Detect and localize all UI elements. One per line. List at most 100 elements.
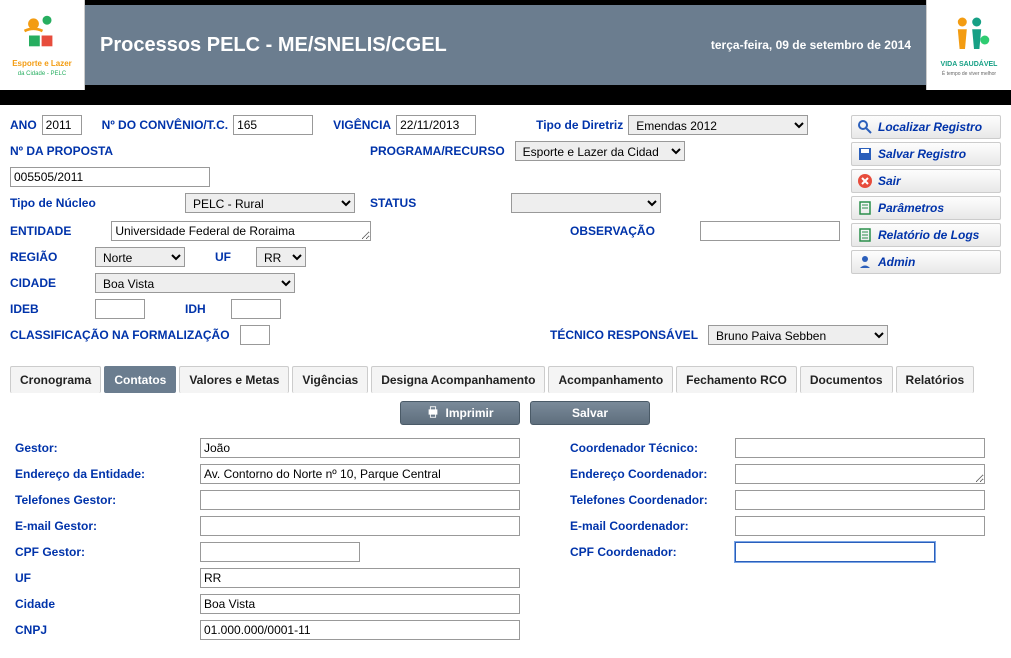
proposta-input[interactable] [10, 167, 210, 187]
logo-right-text1: VIDA SAUDÁVEL [941, 61, 998, 68]
page-title: Processos PELC - ME/SNELIS/CGEL [85, 34, 711, 57]
uf-contato-label: UF [15, 571, 195, 585]
email-gestor-input[interactable] [200, 516, 520, 536]
gestor-label: Gestor: [15, 441, 195, 455]
imprimir-label: Imprimir [445, 406, 493, 420]
regiao-select[interactable]: Norte [95, 247, 185, 267]
tab-acompanhamento[interactable]: Acompanhamento [548, 366, 673, 393]
email-coord-input[interactable] [735, 516, 985, 536]
tab-contatos[interactable]: Contatos [104, 366, 176, 393]
programa-select[interactable]: Esporte e Lazer da Cidad [515, 141, 685, 161]
endereco-entidade-label: Endereço da Entidade: [15, 467, 195, 481]
tab-designa-acompanhamento[interactable]: Designa Acompanhamento [371, 366, 545, 393]
cidade-select[interactable]: Boa Vista [95, 273, 295, 293]
tipo-diretriz-label: Tipo de Diretriz [536, 118, 623, 132]
tab-relatorios[interactable]: Relatórios [896, 366, 975, 393]
ano-input[interactable] [42, 115, 82, 135]
admin-label: Admin [878, 255, 915, 269]
coord-tecnico-input[interactable] [735, 438, 985, 458]
ideb-input[interactable] [95, 299, 145, 319]
contatos-panel: Gestor: Coordenador Técnico: Endereço da… [0, 433, 1011, 645]
admin-icon [857, 254, 873, 270]
parametros-button[interactable]: Parâmetros [851, 196, 1001, 220]
tab-bar: Cronograma Contatos Valores e Metas Vigê… [10, 366, 1001, 393]
salvar-action-label: Salvar [572, 406, 608, 420]
status-select[interactable] [511, 193, 661, 213]
cpf-coord-label: CPF Coordenador: [570, 545, 730, 559]
header-date: terça-feira, 09 de setembro de 2014 [711, 38, 926, 52]
email-coord-label: E-mail Coordenador: [570, 519, 730, 533]
endereco-coord-input[interactable] [735, 464, 985, 484]
parametros-label: Parâmetros [878, 201, 944, 215]
tecnico-label: TÉCNICO RESPONSÁVEL [550, 328, 698, 342]
classificacao-input[interactable] [240, 325, 270, 345]
programa-label: PROGRAMA/RECURSO [370, 144, 505, 158]
save-icon [857, 146, 873, 162]
main-form-area: ANO Nº DO CONVÊNIO/T.C. VIGÊNCIA Tipo de… [0, 105, 1011, 356]
classificacao-label: CLASSIFICAÇÃO NA FORMALIZAÇÃO [10, 328, 230, 342]
localizar-registro-button[interactable]: Localizar Registro [851, 115, 1001, 139]
cnpj-label: CNPJ [15, 623, 195, 637]
idh-input[interactable] [231, 299, 281, 319]
status-label: STATUS [370, 196, 416, 210]
relatorio-logs-button[interactable]: Relatório de Logs [851, 223, 1001, 247]
cpf-gestor-label: CPF Gestor: [15, 545, 195, 559]
gestor-input[interactable] [200, 438, 520, 458]
uf-select[interactable]: RR [256, 247, 306, 267]
admin-button[interactable]: Admin [851, 250, 1001, 274]
tecnico-select[interactable]: Bruno Paiva Sebben [708, 325, 888, 345]
cpf-gestor-input[interactable] [200, 542, 360, 562]
observacao-input[interactable] [700, 221, 840, 241]
telefones-gestor-label: Telefones Gestor: [15, 493, 195, 507]
tipo-diretriz-select[interactable]: Emendas 2012 [628, 115, 808, 135]
ideb-label: IDEB [10, 302, 50, 316]
convenio-input[interactable] [233, 115, 313, 135]
tab-vigencias[interactable]: Vigências [292, 366, 368, 393]
cpf-coord-input[interactable] [735, 542, 935, 562]
settings-icon [857, 200, 873, 216]
vigencia-label: VIGÊNCIA [333, 118, 391, 132]
logo-left-text2: da Cidade - PELC [18, 71, 66, 77]
tab-valores-metas[interactable]: Valores e Metas [179, 366, 289, 393]
entidade-label: ENTIDADE [10, 224, 71, 238]
app-header: Esporte e Lazer da Cidade - PELC Process… [0, 5, 1011, 85]
tipo-nucleo-select[interactable]: PELC - Rural [185, 193, 355, 213]
ano-label: ANO [10, 118, 37, 132]
imprimir-button[interactable]: Imprimir [400, 401, 520, 425]
sair-label: Sair [878, 174, 901, 188]
uf-label: UF [215, 250, 231, 264]
sidebar-actions: Localizar Registro Salvar Registro Sair … [851, 115, 1001, 277]
entidade-input[interactable] [111, 221, 371, 241]
cnpj-input[interactable] [200, 620, 520, 640]
email-gestor-label: E-mail Gestor: [15, 519, 195, 533]
cidade-contato-label: Cidade [15, 597, 195, 611]
tab-fechamento-rco[interactable]: Fechamento RCO [676, 366, 797, 393]
cidade-contato-input[interactable] [200, 594, 520, 614]
tab-documentos[interactable]: Documentos [800, 366, 893, 393]
observacao-label: OBSERVAÇÃO [570, 224, 655, 238]
idh-label: IDH [185, 302, 206, 316]
logo-left-text1: Esporte e Lazer [12, 59, 72, 68]
search-icon [857, 119, 873, 135]
logo-esporte-lazer: Esporte e Lazer da Cidade - PELC [0, 0, 85, 90]
sair-button[interactable]: Sair [851, 169, 1001, 193]
tipo-nucleo-label: Tipo de Núcleo [10, 196, 110, 210]
endereco-entidade-input[interactable] [200, 464, 520, 484]
localizar-label: Localizar Registro [878, 120, 982, 134]
uf-contato-input[interactable] [200, 568, 520, 588]
report-icon [857, 227, 873, 243]
proposta-label: Nº DA PROPOSTA [10, 144, 113, 158]
logs-label: Relatório de Logs [878, 228, 979, 242]
logo-right-text2: É tempo de viver melhor [942, 71, 996, 77]
salvar-registro-button[interactable]: Salvar Registro [851, 142, 1001, 166]
endereco-coord-label: Endereço Coordenador: [570, 467, 730, 481]
vigencia-input[interactable] [396, 115, 476, 135]
salvar-button[interactable]: Salvar [530, 401, 650, 425]
telefones-gestor-input[interactable] [200, 490, 520, 510]
convenio-label: Nº DO CONVÊNIO/T.C. [102, 118, 228, 132]
exit-icon [857, 173, 873, 189]
regiao-label: REGIÃO [10, 250, 70, 264]
tab-cronograma[interactable]: Cronograma [10, 366, 101, 393]
telefones-coord-input[interactable] [735, 490, 985, 510]
salvar-label: Salvar Registro [878, 147, 966, 161]
